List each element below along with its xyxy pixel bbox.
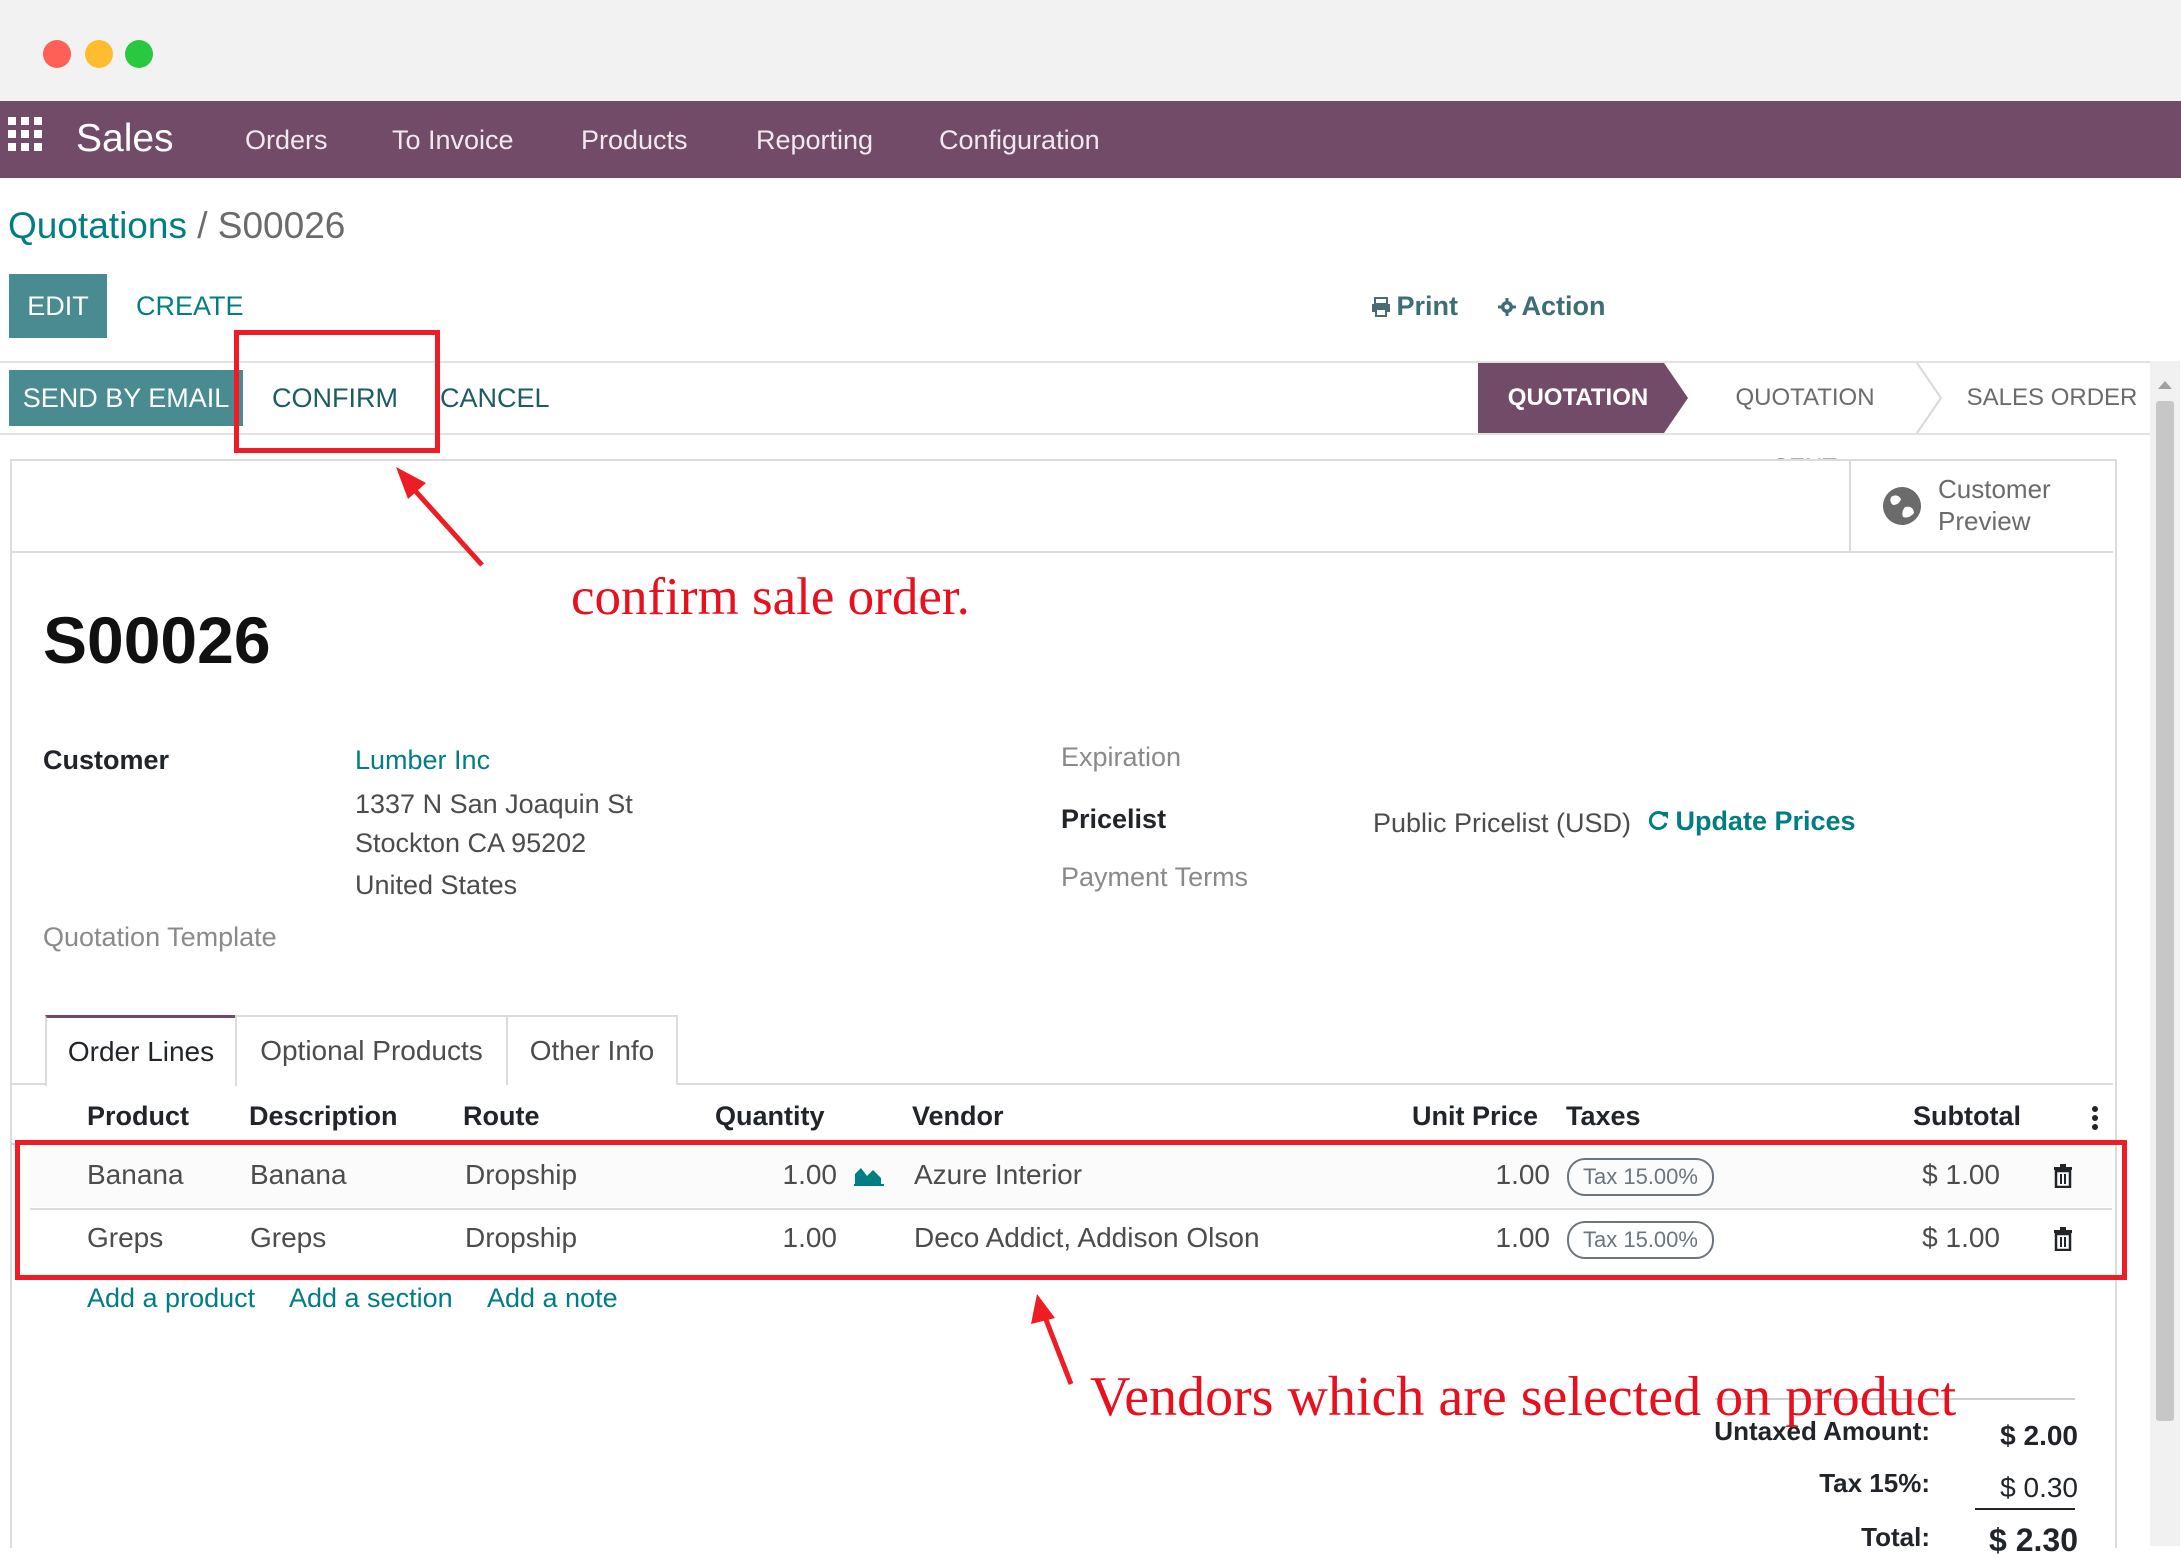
refresh-icon (1648, 811, 1668, 830)
maximize-window-button[interactable] (125, 40, 153, 68)
create-button[interactable]: CREATE (136, 282, 244, 330)
tax-value: $ 0.30 (2000, 1472, 2078, 1503)
annotation-order-lines-box (15, 1140, 2127, 1280)
tax-label: Tax 15%: (1819, 1468, 1930, 1498)
annotation-arrow-icon (396, 467, 484, 567)
column-header-description[interactable]: Description (249, 1096, 398, 1136)
quotation-template-label: Quotation Template (43, 922, 277, 952)
action-button[interactable]: Action (1497, 282, 1605, 335)
vertical-scrollbar[interactable] (2150, 361, 2180, 1546)
apps-grid-icon[interactable] (8, 117, 46, 155)
annotation-confirm-box (234, 330, 440, 453)
stage-quotation[interactable]: QUOTATION (1478, 363, 1678, 433)
cancel-button[interactable]: CANCEL (440, 374, 550, 422)
customer-link[interactable]: Lumber Inc (355, 740, 490, 780)
expiration-label: Expiration (1061, 742, 1182, 772)
menu-products[interactable]: Products (581, 105, 688, 175)
customer-preview-button[interactable]: Customer Preview (1851, 461, 2113, 551)
menu-orders[interactable]: Orders (245, 105, 328, 175)
print-icon (1372, 297, 1390, 317)
update-prices-button[interactable]: Update Prices (1645, 801, 1856, 846)
tab-order-lines[interactable]: Order Lines (45, 1015, 237, 1086)
stage-sales-order[interactable]: SALES ORDER (1962, 363, 2142, 433)
column-header-vendor[interactable]: Vendor (912, 1096, 1004, 1136)
customer-label: Customer (43, 745, 170, 775)
top-navbar: Sales Orders To Invoice Products Reporti… (0, 101, 2181, 178)
annotation-confirm-text: confirm sale order. (571, 568, 970, 626)
button-box-divider (11, 551, 2113, 553)
globe-icon (1883, 487, 1921, 525)
stage-quotation-sent[interactable]: QUOTATION SENT (1705, 363, 1905, 481)
customer-preview-label-2: Preview (1938, 506, 2031, 536)
column-header-unit-price[interactable]: Unit Price (1412, 1096, 1538, 1136)
update-prices-label: Update Prices (1675, 806, 1856, 836)
breadcrumb: Quotations / S00026 (8, 202, 345, 250)
send-by-email-button[interactable]: SEND BY EMAIL (9, 370, 243, 426)
breadcrumb-current: S00026 (217, 205, 346, 246)
total-value: $ 2.30 (1989, 1522, 2078, 1558)
stage-separator-icon (1916, 363, 1943, 433)
window-titlebar (0, 0, 2181, 101)
scrollbar-thumb[interactable] (2156, 401, 2174, 1421)
column-header-route[interactable]: Route (463, 1096, 540, 1136)
add-section-link[interactable]: Add a section (289, 1278, 453, 1318)
breadcrumb-separator: / (186, 205, 218, 246)
column-header-taxes[interactable]: Taxes (1566, 1096, 1641, 1136)
scroll-up-icon (2158, 381, 2172, 389)
edit-button[interactable]: EDIT (9, 274, 107, 338)
customer-address-line3: United States (355, 870, 518, 900)
menu-to-invoice[interactable]: To Invoice (392, 105, 514, 175)
annotation-vendor-text: Vendors which are selected on product (1090, 1366, 1957, 1428)
total-divider (1975, 1508, 2075, 1510)
print-label: Print (1396, 291, 1458, 321)
menu-configuration[interactable]: Configuration (939, 105, 1100, 175)
tab-other-info[interactable]: Other Info (506, 1015, 678, 1085)
column-options-icon[interactable] (2090, 1103, 2100, 1133)
column-header-quantity[interactable]: Quantity (715, 1096, 825, 1136)
customer-address-line1: 1337 N San Joaquin St (355, 789, 633, 819)
breadcrumb-quotations[interactable]: Quotations (8, 205, 187, 246)
add-product-link[interactable]: Add a product (87, 1278, 255, 1318)
annotation-arrow-icon (1031, 1294, 1074, 1385)
print-button[interactable]: Print (1370, 282, 1458, 335)
tab-optional-products[interactable]: Optional Products (235, 1015, 508, 1085)
app-brand[interactable]: Sales (76, 105, 174, 173)
total-label: Total: (1861, 1522, 1930, 1552)
add-note-link[interactable]: Add a note (487, 1278, 618, 1318)
menu-reporting[interactable]: Reporting (756, 105, 873, 175)
column-header-subtotal[interactable]: Subtotal (1913, 1096, 2021, 1136)
payment-terms-label: Payment Terms (1061, 862, 1249, 892)
column-header-product[interactable]: Product (87, 1096, 189, 1136)
action-label: Action (1521, 291, 1606, 321)
pricelist-label: Pricelist (1061, 804, 1167, 834)
gear-icon (1498, 298, 1516, 316)
customer-preview-label-1: Customer (1938, 474, 2051, 504)
close-window-button[interactable] (43, 40, 71, 68)
record-title: S00026 (43, 603, 271, 677)
customer-address-line2: Stockton CA 95202 (355, 828, 587, 858)
pricelist-value[interactable]: Public Pricelist (USD) (1373, 803, 1631, 843)
minimize-window-button[interactable] (85, 40, 113, 68)
